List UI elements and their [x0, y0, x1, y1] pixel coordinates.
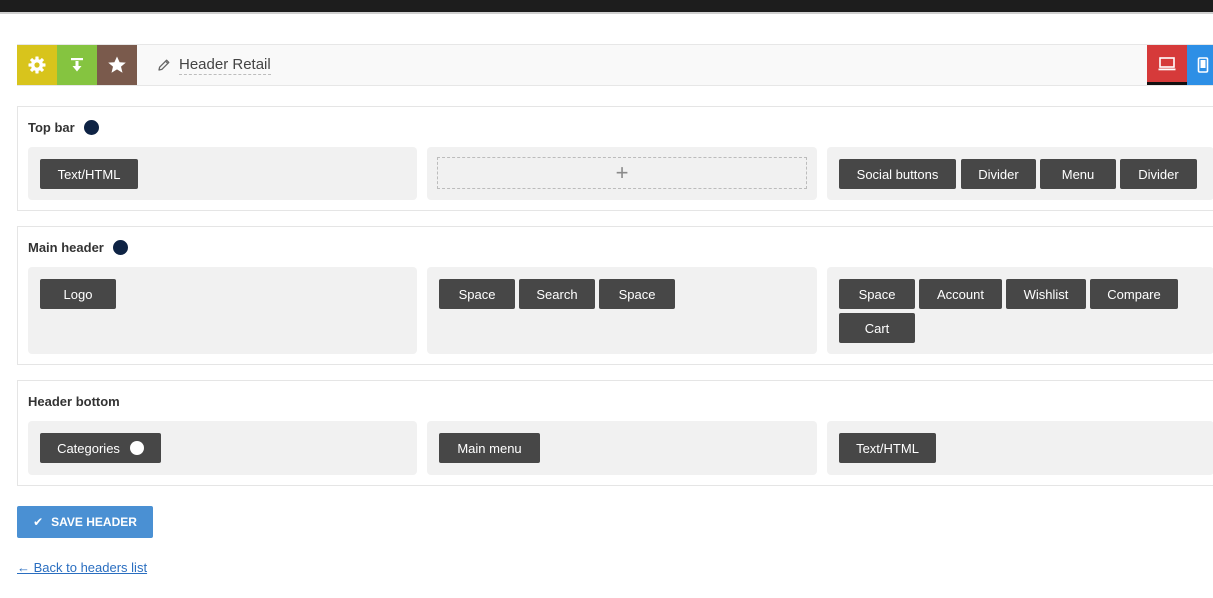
row-top-bar: Top bar Text/HTML + Social buttons Divid… — [17, 106, 1213, 211]
row-header-bottom: Header bottom Categories Main menu Text/… — [17, 380, 1213, 486]
element-space[interactable]: Space — [439, 279, 515, 309]
element-text-html[interactable]: Text/HTML — [839, 433, 936, 463]
element-menu[interactable]: Menu — [1040, 159, 1116, 189]
row-title: Header bottom — [28, 394, 120, 409]
header-title[interactable]: Header Retail — [179, 56, 271, 75]
desktop-icon — [1158, 56, 1176, 72]
top-dark-strip — [0, 0, 1213, 14]
header-builder-toolbar: Header Retail — [17, 44, 1213, 86]
header-title-area: Header Retail — [157, 45, 271, 85]
save-header-label: SAVE HEADER — [51, 515, 137, 529]
pencil-icon — [157, 58, 171, 72]
column-center: Main menu — [427, 421, 817, 475]
check-icon: ✔ — [33, 515, 44, 529]
row-title: Main header — [28, 240, 128, 255]
row-title-text: Top bar — [28, 120, 75, 135]
save-header-button[interactable]: ✔ SAVE HEADER — [17, 506, 153, 538]
column-right: Social buttons Divider Menu Divider — [827, 147, 1213, 200]
element-cart[interactable]: Cart — [839, 313, 915, 343]
mobile-icon — [1197, 57, 1209, 73]
row-title-text: Main header — [28, 240, 104, 255]
mobile-view-button[interactable] — [1187, 45, 1213, 85]
element-account[interactable]: Account — [919, 279, 1002, 309]
column-center: + — [427, 147, 817, 200]
back-to-headers-link[interactable]: ← Back to headers list — [17, 560, 147, 575]
import-button[interactable] — [57, 45, 97, 85]
row-title-text: Header bottom — [28, 394, 120, 409]
import-icon — [68, 56, 86, 74]
plus-icon: + — [615, 160, 629, 185]
column-right: Text/HTML — [827, 421, 1213, 475]
column-center: Space Search Space — [427, 267, 817, 354]
element-categories[interactable]: Categories — [40, 433, 161, 463]
element-divider[interactable]: Divider — [1120, 159, 1197, 189]
element-search[interactable]: Search — [519, 279, 595, 309]
column-left: Categories — [28, 421, 417, 475]
desktop-view-button[interactable] — [1147, 45, 1187, 85]
add-element-zone[interactable]: + — [437, 157, 807, 189]
gear-icon — [27, 55, 47, 75]
row-main-header: Main header Logo Space Search Space Spac… — [17, 226, 1213, 365]
column-left: Logo — [28, 267, 417, 354]
element-social-buttons[interactable]: Social buttons — [839, 159, 956, 189]
element-space[interactable]: Space — [599, 279, 675, 309]
column-right: Space Account Wishlist Compare Cart — [827, 267, 1213, 354]
element-divider[interactable]: Divider — [961, 159, 1036, 189]
row-visibility-toggle[interactable] — [112, 240, 128, 255]
favorite-button[interactable] — [97, 45, 137, 85]
star-icon — [107, 55, 127, 75]
element-main-menu[interactable]: Main menu — [439, 433, 540, 463]
element-wishlist[interactable]: Wishlist — [1006, 279, 1086, 309]
settings-button[interactable] — [17, 45, 57, 85]
row-title: Top bar — [28, 120, 99, 135]
row-visibility-toggle[interactable] — [83, 120, 99, 135]
element-compare[interactable]: Compare — [1090, 279, 1178, 309]
column-left: Text/HTML — [28, 147, 417, 200]
element-space[interactable]: Space — [839, 279, 915, 309]
element-logo[interactable]: Logo — [40, 279, 116, 309]
element-text-html[interactable]: Text/HTML — [40, 159, 138, 189]
element-toggle[interactable] — [129, 441, 144, 455]
element-label: Categories — [57, 440, 120, 456]
